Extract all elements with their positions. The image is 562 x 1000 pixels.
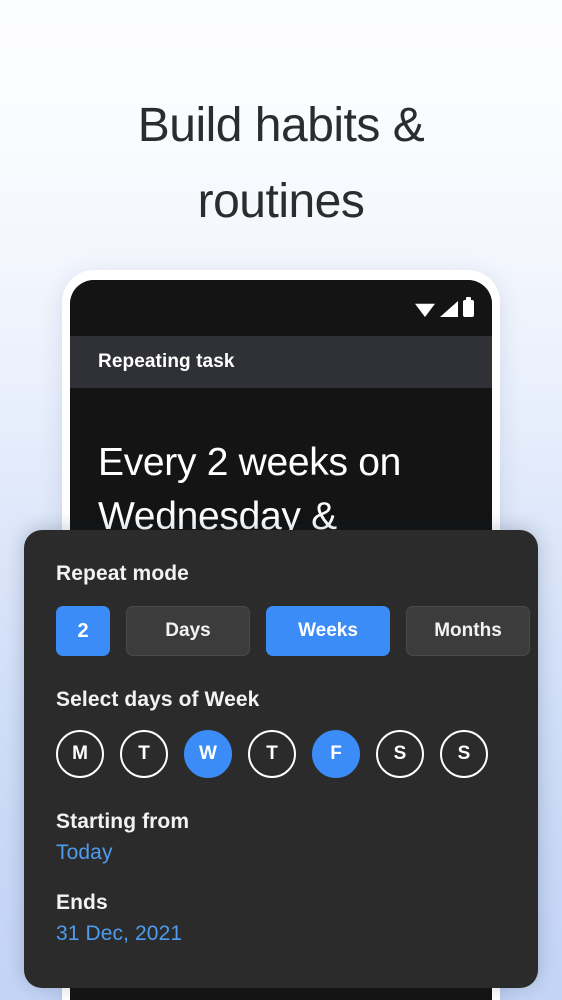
task-description-line-1: Every 2 weeks on [98,441,402,484]
select-days-label: Select days of Week [56,688,260,711]
ends-label: Ends [56,891,108,914]
battery-icon [463,297,474,317]
page-title-line-2: routines [197,175,365,228]
weekday-tuesday[interactable]: T [120,730,168,778]
app-bar: Repeating task [70,336,492,388]
weekday-thursday[interactable]: T [248,730,296,778]
app-bar-title: Repeating task [98,351,235,372]
ends-value[interactable]: 31 Dec, 2021 [56,922,538,946]
wifi-icon [415,303,435,317]
weekday-sunday[interactable]: S [440,730,488,778]
page-title: Build habits & routines [0,88,562,240]
starting-from-value[interactable]: Today [56,841,538,865]
repeat-mode-option-weeks[interactable]: Weeks [266,606,390,656]
status-bar-icons [415,297,474,317]
task-description: Every 2 weeks on Wednesday & [98,436,464,544]
repeat-mode-option-months[interactable]: Months [406,606,530,656]
weekday-selector: M T W T F S S [56,730,538,778]
cellular-signal-icon [440,301,458,317]
repeat-mode-options: 2 Days Weeks Months [56,606,538,656]
starting-from-label: Starting from [56,810,190,833]
status-bar [70,280,492,336]
weekday-wednesday[interactable]: W [184,730,232,778]
weekday-friday[interactable]: F [312,730,360,778]
weekday-monday[interactable]: M [56,730,104,778]
repeat-interval-input[interactable]: 2 [56,606,110,656]
repeat-mode-label: Repeat mode [56,562,189,585]
weekday-saturday[interactable]: S [376,730,424,778]
repeat-settings-sheet: Repeat mode 2 Days Weeks Months Select d… [24,530,538,988]
repeat-mode-option-days[interactable]: Days [126,606,250,656]
page-title-line-1: Build habits & [137,99,425,152]
